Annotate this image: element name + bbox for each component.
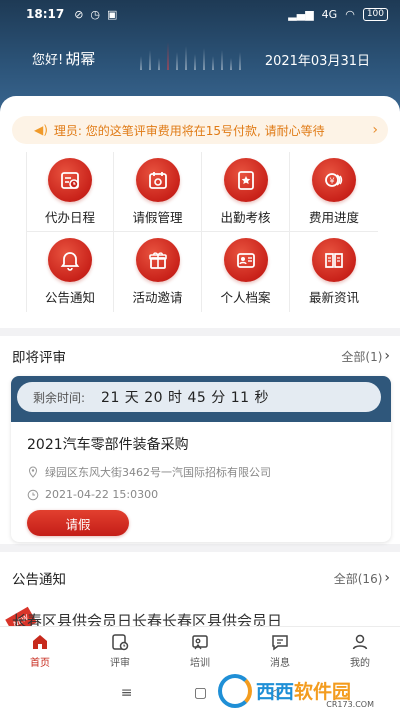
menu-item-schedule[interactable]: 代办日程 bbox=[26, 152, 114, 232]
user-icon bbox=[352, 634, 368, 650]
review-icon bbox=[112, 634, 129, 651]
status-bar: 18:17 ⊘ ◷ ▣ ▂▄▆ 4G ◠ 100 bbox=[0, 0, 400, 28]
gift-icon bbox=[135, 238, 180, 282]
header-decoration bbox=[140, 40, 270, 70]
quick-menu-grid: 代办日程 请假管理 出勤考核 ¥ 费用进度 公告通知 活动邀请 个人档案 最新资… bbox=[26, 152, 378, 312]
review-card[interactable]: 剩余时间: 21 天 20 时 45 分 11 秒 2021汽车零部件装备采购 … bbox=[11, 376, 391, 542]
upcoming-review-section: 即将评审 全部(1) › 剩余时间: 21 天 20 时 45 分 11 秒 2… bbox=[0, 336, 400, 544]
menu-label: 最新资讯 bbox=[308, 290, 359, 305]
menu-icon[interactable]: ≡ bbox=[121, 685, 133, 701]
menu-label: 请假管理 bbox=[132, 209, 183, 225]
watermark-logo: 西西软件园 CR173.COM bbox=[218, 670, 400, 711]
review-title: 2021汽车零部件装备采购 bbox=[27, 437, 189, 453]
menu-label: 公告通知 bbox=[44, 290, 95, 305]
network-type: 4G bbox=[321, 7, 338, 21]
header-date: 2021年03月31日 bbox=[264, 54, 370, 69]
view-all-announcements-link[interactable]: 全部(16) › bbox=[334, 570, 390, 587]
countdown-pill: 剩余时间: 21 天 20 时 45 分 11 秒 bbox=[17, 382, 381, 412]
svg-text:¥: ¥ bbox=[329, 176, 334, 185]
news-icon bbox=[312, 238, 356, 282]
home-icon bbox=[33, 635, 47, 649]
bottom-tab-bar: 首页 评审 培训 消息 我的 bbox=[0, 626, 400, 674]
menu-label: 出勤考核 bbox=[220, 209, 271, 225]
chevron-right-icon: › bbox=[384, 348, 390, 364]
tab-training[interactable]: 培训 bbox=[160, 627, 240, 674]
profile-card-icon bbox=[223, 238, 268, 282]
attendance-icon bbox=[223, 157, 268, 202]
quick-menu-card: ◀) 理员: 您的这笔评审费用将在15号付款, 请耐心等待 › 代办日程 请假管… bbox=[0, 96, 400, 328]
section-title: 即将评审 bbox=[12, 350, 66, 366]
tab-message[interactable]: 消息 bbox=[240, 627, 320, 674]
announcement-section: 公告通知 全部(16) › NEW 长春区县供会员日长春长春区县供会员日 bbox=[0, 552, 400, 630]
bell-icon bbox=[48, 238, 92, 282]
battery-icon: 100 bbox=[362, 7, 388, 21]
tab-mine[interactable]: 我的 bbox=[320, 627, 400, 674]
menu-label: 代办日程 bbox=[44, 209, 95, 225]
menu-item-invitation[interactable]: 活动邀请 bbox=[114, 232, 202, 312]
menu-label: 活动邀请 bbox=[132, 290, 183, 305]
greeting: 您好! 胡幂 bbox=[32, 48, 95, 69]
section-header: 即将评审 全部(1) › bbox=[12, 346, 390, 366]
chevron-right-icon: › bbox=[384, 570, 390, 586]
mute-icon: ⊘ bbox=[74, 7, 84, 21]
section-header: 公告通知 全部(16) › bbox=[12, 568, 390, 588]
notice-banner[interactable]: ◀) 理员: 您的这笔评审费用将在15号付款, 请耐心等待 › bbox=[12, 116, 388, 144]
wifi-icon: ◠ bbox=[345, 7, 355, 21]
leave-calendar-icon bbox=[135, 157, 180, 202]
menu-item-leave[interactable]: 请假管理 bbox=[114, 152, 202, 232]
alarm-icon: ◷ bbox=[90, 7, 101, 21]
review-datetime: 2021-04-22 15:0300 bbox=[27, 488, 158, 501]
countdown-bar: 剩余时间: 21 天 20 时 45 分 11 秒 bbox=[11, 376, 391, 422]
section-title: 公告通知 bbox=[12, 572, 66, 588]
schedule-icon bbox=[48, 157, 92, 202]
menu-item-attendance[interactable]: 出勤考核 bbox=[202, 152, 290, 232]
greeting-text: 您好! bbox=[32, 53, 64, 68]
tab-home[interactable]: 首页 bbox=[0, 627, 80, 674]
view-all-upcoming-link[interactable]: 全部(1) › bbox=[341, 348, 390, 365]
notice-text: 理员: 您的这笔评审费用将在15号付款, 请耐心等待 bbox=[53, 123, 325, 138]
notification-icon: ▣ bbox=[107, 7, 118, 21]
signal-icon: ▂▄▆ bbox=[288, 7, 314, 21]
home-button-icon[interactable]: ▢ bbox=[194, 685, 207, 701]
menu-item-news[interactable]: 最新资讯 bbox=[290, 232, 378, 312]
chevron-right-icon: › bbox=[372, 122, 378, 138]
clock-icon bbox=[27, 489, 39, 501]
review-location: 绿园区东风大街3462号一汽国际招标有限公司 bbox=[27, 464, 271, 480]
countdown-label: 剩余时间: bbox=[33, 390, 86, 405]
tab-review[interactable]: 评审 bbox=[80, 627, 160, 674]
speaker-icon: ◀) bbox=[34, 123, 48, 137]
message-icon bbox=[272, 635, 288, 651]
countdown-value: 21 天 20 时 45 分 11 秒 bbox=[101, 390, 269, 406]
menu-item-announcement[interactable]: 公告通知 bbox=[26, 232, 114, 312]
menu-label: 费用进度 bbox=[308, 209, 359, 225]
watermark-url: CR173.COM bbox=[326, 700, 374, 709]
training-icon bbox=[192, 635, 208, 650]
menu-label: 个人档案 bbox=[220, 290, 271, 305]
status-time: 18:17 bbox=[26, 7, 65, 21]
menu-item-expense[interactable]: ¥ 费用进度 bbox=[290, 152, 378, 232]
watermark-c-icon bbox=[218, 673, 252, 708]
user-name: 胡幂 bbox=[65, 50, 96, 68]
menu-item-profile[interactable]: 个人档案 bbox=[202, 232, 290, 312]
coins-icon: ¥ bbox=[312, 157, 356, 202]
request-leave-button[interactable]: 请假 bbox=[27, 510, 129, 536]
location-pin-icon bbox=[27, 466, 39, 478]
